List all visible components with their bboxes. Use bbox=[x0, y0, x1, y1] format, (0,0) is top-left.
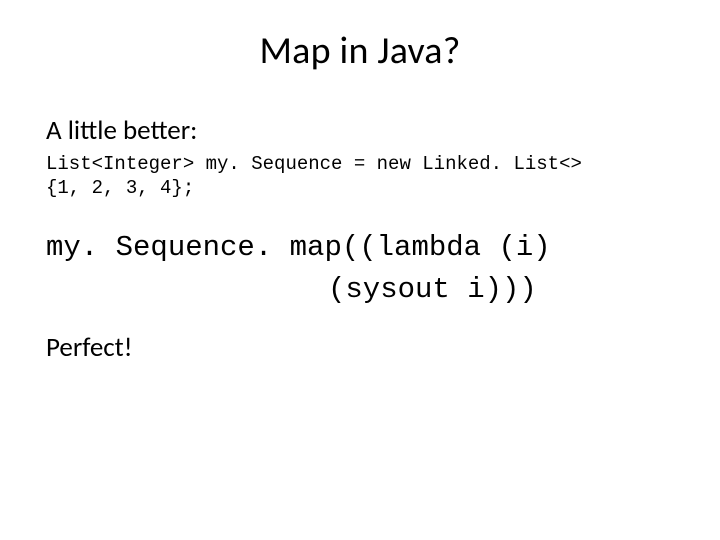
code-block-large: my. Sequence. map((lambda (i) (sysout i)… bbox=[46, 227, 674, 311]
code-line: my. Sequence. map((lambda (i) bbox=[46, 227, 674, 269]
code-line: (sysout i))) bbox=[46, 269, 674, 311]
footer-text: Perfect! bbox=[46, 331, 674, 364]
subheading: A little better: bbox=[46, 114, 674, 147]
slide-title: Map in Java? bbox=[46, 28, 674, 74]
code-block-small: List<Integer> my. Sequence = new Linked.… bbox=[46, 153, 674, 201]
slide-content: Map in Java? A little better: List<Integ… bbox=[0, 0, 720, 364]
code-line: List<Integer> my. Sequence = new Linked.… bbox=[46, 153, 674, 177]
code-line: {1, 2, 3, 4}; bbox=[46, 177, 674, 201]
